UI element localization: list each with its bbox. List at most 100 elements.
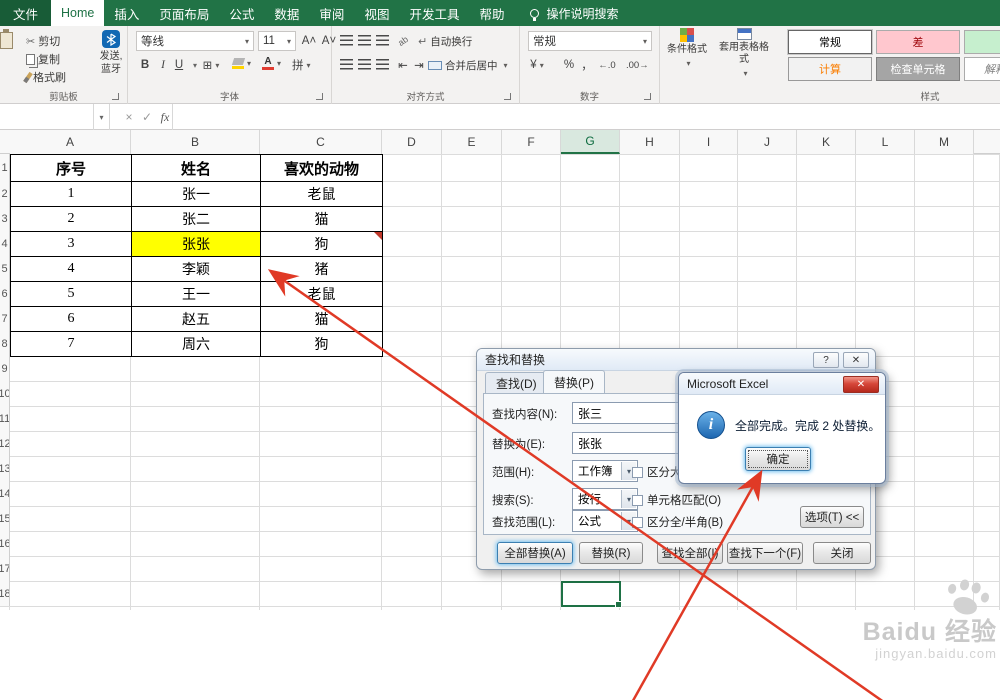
cell-style-good[interactable]: 好	[964, 30, 1000, 54]
name-box-dropdown[interactable]: ▾	[94, 104, 110, 130]
cell-B7[interactable]: 赵五	[131, 306, 261, 332]
row-header-5[interactable]: 5	[0, 256, 10, 281]
bluetooth-send-button[interactable]: 发送, 蓝牙	[96, 30, 126, 76]
cell-A4[interactable]: 3	[10, 231, 132, 257]
copy-button[interactable]: 复制	[26, 51, 60, 67]
column-header-I[interactable]: I	[680, 130, 738, 154]
tell-me-search[interactable]: 操作说明搜索	[530, 0, 619, 26]
row-header-1[interactable]: 1	[0, 154, 10, 181]
align-bottom-icon[interactable]	[376, 35, 389, 46]
row-header-15[interactable]: 15	[0, 506, 10, 531]
within-select[interactable]: 工作簿 ▾	[572, 460, 638, 482]
cancel-entry-button[interactable]: ×	[120, 104, 138, 130]
borders-button[interactable]: ⊞ ▾	[202, 55, 220, 75]
bold-button[interactable]: B	[136, 55, 154, 75]
cell-style-calculation[interactable]: 计算	[788, 57, 872, 81]
cell-style-explanatory[interactable]: 解释性文	[964, 57, 1000, 81]
cell-A8[interactable]: 7	[10, 331, 132, 357]
find-all-button[interactable]: 查找全部(I)	[657, 542, 723, 564]
format-as-table-button[interactable]: 套用表格格式 ▾	[716, 28, 772, 80]
cell-C5[interactable]: 猪	[260, 256, 383, 282]
match-cell-checkbox[interactable]: 单元格匹配(O)	[632, 492, 721, 508]
cell-C2[interactable]: 老鼠	[260, 181, 383, 207]
tab-insert[interactable]: 插入	[104, 0, 149, 26]
merge-center-button[interactable]: 合并后居中 ▾	[428, 58, 508, 73]
column-header-C[interactable]: C	[260, 130, 382, 154]
column-header-D[interactable]: D	[382, 130, 442, 154]
column-header-J[interactable]: J	[738, 130, 797, 154]
tab-page-layout[interactable]: 页面布局	[149, 0, 219, 26]
match-width-checkbox[interactable]: 区分全/半角(B)	[632, 514, 723, 530]
tab-help[interactable]: 帮助	[469, 0, 514, 26]
tab-formulas[interactable]: 公式	[219, 0, 264, 26]
tab-file[interactable]: 文件	[0, 0, 52, 26]
column-header-F[interactable]: F	[502, 130, 561, 154]
row-header-14[interactable]: 14	[0, 481, 10, 506]
increase-decimal-button[interactable]: ←.0	[598, 55, 616, 75]
tab-view[interactable]: 视图	[354, 0, 399, 26]
row-header-11[interactable]: 11	[0, 406, 10, 431]
row-header-7[interactable]: 7	[0, 306, 10, 331]
tab-data[interactable]: 数据	[264, 0, 309, 26]
tab-review[interactable]: 审阅	[309, 0, 354, 26]
font-color-button[interactable]: A ▾	[262, 53, 281, 73]
cell-B1[interactable]: 姓名	[131, 154, 261, 182]
replace-all-button[interactable]: 全部替换(A)	[497, 542, 573, 564]
options-button[interactable]: 选项(T) <<	[800, 506, 864, 528]
ok-button[interactable]: 确定	[745, 447, 811, 471]
align-top-icon[interactable]	[340, 35, 353, 46]
cell-A6[interactable]: 5	[10, 281, 132, 307]
row-header-4[interactable]: 4	[0, 231, 10, 256]
tab-replace[interactable]: 替换(P)	[543, 370, 605, 393]
look-in-select[interactable]: 公式 ▾	[572, 510, 638, 532]
column-header-K[interactable]: K	[797, 130, 856, 154]
cell-A1[interactable]: 序号	[10, 154, 132, 182]
row-header-18[interactable]: 18	[0, 581, 10, 606]
cell-C6[interactable]: 老鼠	[260, 281, 383, 307]
search-select[interactable]: 按行 ▾	[572, 488, 638, 510]
tab-home[interactable]: Home	[51, 0, 105, 26]
clipboard-dialog-launcher[interactable]	[112, 93, 119, 100]
cell-C1[interactable]: 喜欢的动物	[260, 154, 383, 182]
cell-B5[interactable]: 李颖	[131, 256, 261, 282]
column-header-G[interactable]: G	[561, 130, 620, 154]
cell-style-check[interactable]: 检查单元格	[876, 57, 960, 81]
row-header-2[interactable]: 2	[0, 181, 10, 206]
increase-indent-button[interactable]: ⇥	[410, 55, 428, 75]
align-right-icon[interactable]	[376, 59, 389, 70]
cell-C3[interactable]: 猫	[260, 206, 383, 232]
cell-C4[interactable]: 狗	[260, 231, 383, 257]
cell-A2[interactable]: 1	[10, 181, 132, 207]
row-header-9[interactable]: 9	[0, 356, 10, 381]
row-header-3[interactable]: 3	[0, 206, 10, 231]
tab-developer[interactable]: 开发工具	[399, 0, 469, 26]
cell-C7[interactable]: 猫	[260, 306, 383, 332]
decrease-decimal-button[interactable]: .00→	[626, 55, 649, 75]
paste-button[interactable]	[0, 29, 13, 49]
row-header-16[interactable]: 16	[0, 531, 10, 556]
cell-B6[interactable]: 王一	[131, 281, 261, 307]
cell-A3[interactable]: 2	[10, 206, 132, 232]
number-format-select[interactable]: 常规 ▾	[528, 31, 652, 51]
help-button[interactable]: ?	[813, 352, 839, 368]
cell-B2[interactable]: 张一	[131, 181, 261, 207]
row-header-10[interactable]: 10	[0, 381, 10, 406]
column-header-L[interactable]: L	[856, 130, 915, 154]
column-header-M[interactable]: M	[915, 130, 974, 154]
font-dialog-launcher[interactable]	[316, 93, 323, 100]
column-header-E[interactable]: E	[442, 130, 502, 154]
row-header-6[interactable]: 6	[0, 281, 10, 306]
align-left-icon[interactable]	[340, 59, 353, 70]
cell-style-bad[interactable]: 差	[876, 30, 960, 54]
align-center-icon[interactable]	[358, 59, 371, 70]
conditional-formatting-button[interactable]: 条件格式 ▾	[664, 28, 710, 70]
close-button[interactable]: ✕	[843, 352, 869, 368]
grow-font-button[interactable]: A˄	[300, 31, 318, 51]
cell-B4-highlighted[interactable]: 张张	[131, 231, 261, 257]
column-header-A[interactable]: A	[10, 130, 131, 154]
format-painter-button[interactable]: 格式刷	[23, 69, 66, 85]
column-header-B[interactable]: B	[131, 130, 260, 154]
cut-button[interactable]: ✂ 剪切	[26, 33, 60, 49]
font-name-select[interactable]: 等线 ▾	[136, 31, 254, 51]
fill-color-button[interactable]: ▾	[231, 53, 251, 73]
